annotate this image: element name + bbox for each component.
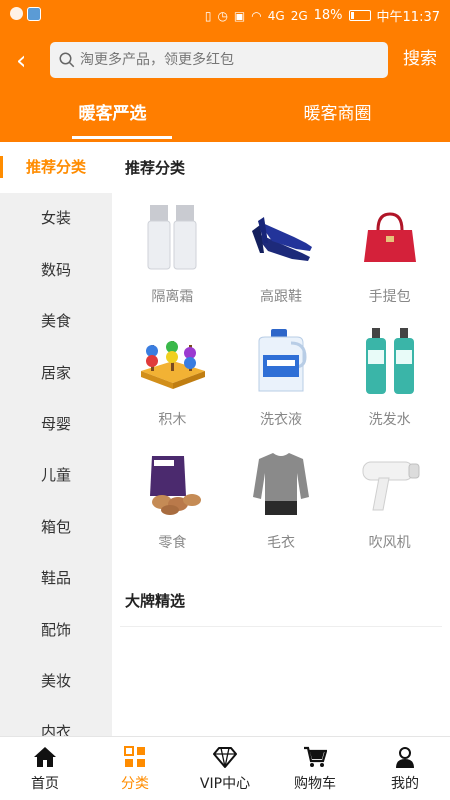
category-sweater[interactable]: 毛衣 <box>227 440 336 557</box>
category-high-heels[interactable]: 高跟鞋 <box>227 194 336 311</box>
category-label: 毛衣 <box>266 535 295 551</box>
nav-cart[interactable]: 购物车 <box>270 737 360 800</box>
header: ▯ ◷ ▣ ◠ 4G 2G 18% 中午11:37 ‹ 搜索 暖客严选 暖客商圈 <box>0 0 450 142</box>
category-sidebar: 推荐分类 女装 数码 美食 居家 母婴 儿童 箱包 鞋品 配饰 美妆 内衣 <box>0 142 112 736</box>
sidebar-item-home[interactable]: 居家 <box>0 348 112 399</box>
top-tabs: 暖客严选 暖客商圈 <box>0 96 450 142</box>
status-bar: ▯ ◷ ▣ ◠ 4G 2G 18% 中午11:37 <box>0 0 450 30</box>
sidebar-item-food[interactable]: 美食 <box>0 296 112 347</box>
category-label: 隔离霜 <box>151 289 194 305</box>
sidebar-item-accessories[interactable]: 配饰 <box>0 605 112 656</box>
category-label: 积木 <box>158 412 187 428</box>
search-input[interactable] <box>80 52 370 68</box>
search-icon <box>59 52 75 68</box>
category-label: 零食 <box>158 535 187 551</box>
tab-nuanke-shangquan[interactable]: 暖客商圈 <box>225 96 450 142</box>
sidebar-item-underwear[interactable]: 内衣 <box>0 707 112 736</box>
message-icon <box>10 7 23 20</box>
category-shampoo[interactable]: 洗发水 <box>335 317 444 434</box>
category-label: 洗衣液 <box>259 412 302 428</box>
hd-icon: ▣ <box>233 8 246 23</box>
signal-4g-label: 4G <box>267 8 285 23</box>
user-icon <box>396 747 414 768</box>
search-button[interactable]: 搜索 <box>403 44 437 69</box>
nav-home[interactable]: 首页 <box>0 737 90 800</box>
sidebar-item-shoes[interactable]: 鞋品 <box>0 553 112 604</box>
wifi-icon: ◠ <box>251 8 262 23</box>
app-notification-icon <box>27 7 41 21</box>
nav-category-label: 分类 <box>121 776 149 792</box>
category-blocks[interactable]: 积木 <box>118 317 227 434</box>
section-divider <box>120 626 442 627</box>
category-grid: 隔离霜 高跟鞋 手提包 积木 洗衣液 洗发水 零食 毛衣 吹风机 <box>118 194 444 557</box>
nav-vip[interactable]: VIP中心 <box>180 737 270 800</box>
category-label: 洗发水 <box>368 412 411 428</box>
shopping-cart-icon <box>304 746 327 767</box>
category-label: 手提包 <box>368 289 411 305</box>
category-primer[interactable]: 隔离霜 <box>118 194 227 311</box>
nav-category[interactable]: 分类 <box>90 737 180 800</box>
category-hair-dryer[interactable]: 吹风机 <box>335 440 444 557</box>
primer-bottles-image <box>132 198 212 278</box>
sidebar-item-recommended[interactable]: 推荐分类 <box>0 142 112 194</box>
building-blocks-image <box>132 321 212 401</box>
signal-2g-label: 2G <box>290 8 308 23</box>
sidebar-item-baby[interactable]: 母婴 <box>0 399 112 450</box>
search-box[interactable] <box>50 42 388 78</box>
category-handbag[interactable]: 手提包 <box>335 194 444 311</box>
sidebar-item-digital[interactable]: 数码 <box>0 245 112 296</box>
category-label: 高跟鞋 <box>259 289 302 305</box>
home-icon <box>34 747 56 767</box>
system-icons: ▯ ◷ ▣ ◠ 4G 2G 18% 中午11:37 <box>205 6 440 25</box>
tab-nuanke-yanxuan[interactable]: 暖客严选 <box>0 96 225 142</box>
battery-percent: 18% <box>313 8 343 23</box>
sidebar-item-kids[interactable]: 儿童 <box>0 450 112 501</box>
alarm-icon: ◷ <box>217 8 228 23</box>
sidebar-item-women[interactable]: 女装 <box>0 193 112 244</box>
back-arrow-icon[interactable]: ‹ <box>16 48 40 74</box>
sidebar-item-makeup[interactable]: 美妆 <box>0 656 112 707</box>
section-title-recommended: 推荐分类 <box>125 159 186 177</box>
category-snacks[interactable]: 零食 <box>118 440 227 557</box>
nav-cart-label: 购物车 <box>294 776 336 792</box>
clock: 中午11:37 <box>376 10 440 25</box>
diamond-icon <box>213 747 237 768</box>
nav-home-label: 首页 <box>31 776 59 792</box>
category-grid-icon <box>124 746 145 767</box>
shampoo-bottles-image <box>350 321 430 401</box>
nav-vip-label: VIP中心 <box>199 776 251 792</box>
nav-profile[interactable]: 我的 <box>360 737 450 800</box>
hair-dryer-image <box>350 444 430 524</box>
category-label: 吹风机 <box>368 535 411 551</box>
sweater-image <box>241 444 321 524</box>
battery-icon <box>348 10 371 21</box>
vibrate-icon: ▯ <box>204 8 212 23</box>
category-laundry-detergent[interactable]: 洗衣液 <box>227 317 336 434</box>
high-heels-image <box>241 198 321 278</box>
category-content: 推荐分类 隔离霜 高跟鞋 手提包 积木 洗衣液 洗发水 零食 毛衣 吹风机 大牌… <box>112 142 450 736</box>
nav-profile-label: 我的 <box>391 776 419 792</box>
section-title-brands: 大牌精选 <box>125 592 186 610</box>
notification-icons <box>10 7 41 21</box>
snacks-image <box>132 444 212 524</box>
handbag-image <box>350 198 430 278</box>
laundry-detergent-image <box>241 321 321 401</box>
sidebar-item-bags[interactable]: 箱包 <box>0 502 112 553</box>
bottom-navigation: 首页 分类 VIP中心 购物车 我的 <box>0 736 450 800</box>
